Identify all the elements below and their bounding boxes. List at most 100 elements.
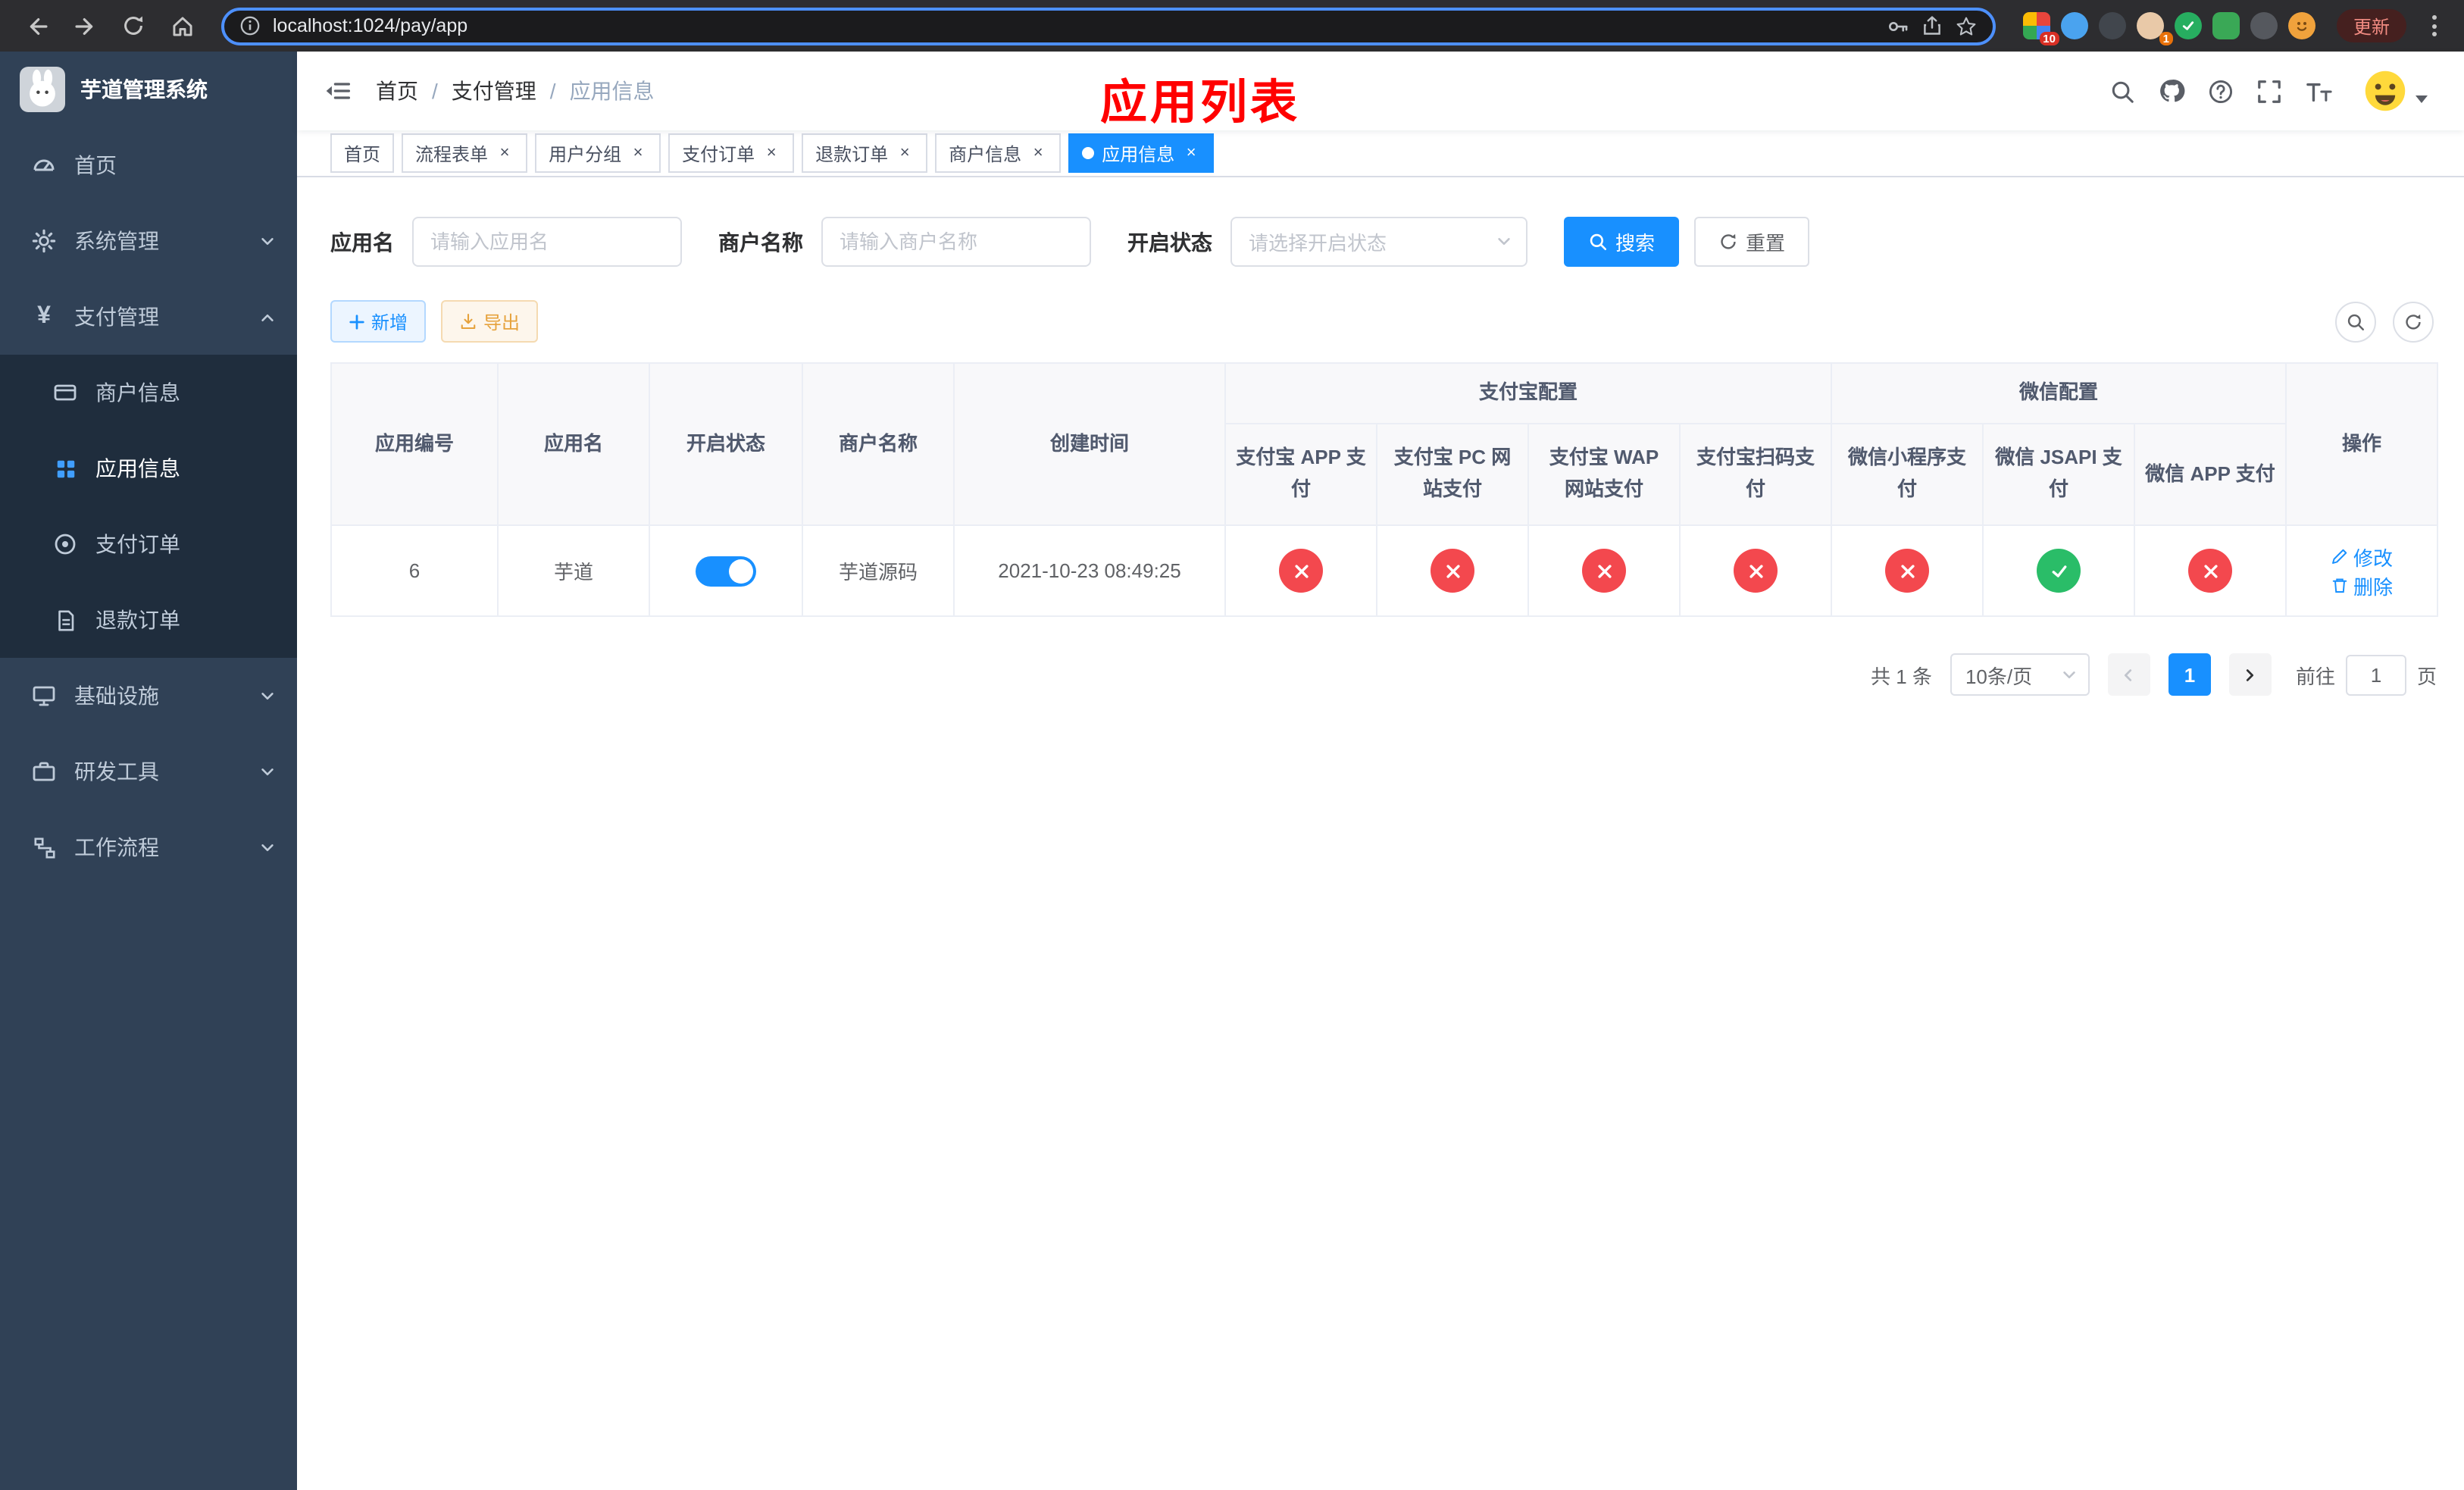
reload-icon[interactable] <box>112 5 155 47</box>
refresh-icon <box>2406 313 2421 329</box>
goto-page-input[interactable] <box>2345 654 2406 695</box>
extension-blue-icon[interactable] <box>2060 12 2088 39</box>
sidebar: 芋道管理系统 首页 系统管理 ¥ 支付管理 商户信息 应用信息 支付订单 退款订… <box>0 52 297 1490</box>
site-info-icon[interactable] <box>239 15 261 36</box>
extension-emoji-icon[interactable] <box>2287 12 2315 39</box>
add-button[interactable]: 新增 <box>330 300 427 343</box>
chevron-down-icon <box>259 839 276 856</box>
status-indicator <box>1734 549 1778 593</box>
page-size-select[interactable]: 10条/页 <box>1950 653 2090 696</box>
goto-unit: 页 <box>2416 665 2437 687</box>
export-button[interactable]: 导出 <box>441 300 539 343</box>
github-icon[interactable] <box>2158 77 2185 105</box>
x-icon <box>1749 564 1762 578</box>
search-button[interactable]: 搜索 <box>1564 217 1680 267</box>
home-icon[interactable] <box>161 5 203 47</box>
sidebar-item-label: 研发工具 <box>74 759 159 784</box>
page-annotation: 应用列表 <box>1100 76 1300 129</box>
status-select[interactable]: 请选择开启状态 <box>1230 217 1527 267</box>
sidebar-item-app-info[interactable]: 应用信息 <box>0 430 297 506</box>
tab-merchant-info[interactable]: 商户信息 × <box>935 133 1062 173</box>
back-icon[interactable] <box>15 5 58 47</box>
password-key-icon[interactable] <box>1887 14 1909 37</box>
page-number-button[interactable]: 1 <box>2168 653 2211 696</box>
user-menu[interactable] <box>2362 68 2428 114</box>
cell-wechat-mini <box>1831 524 1984 617</box>
forward-icon[interactable] <box>64 5 106 47</box>
sidebar-collapse-icon[interactable] <box>324 77 352 105</box>
font-size-icon[interactable] <box>2305 78 2334 104</box>
chevron-down-icon <box>1496 233 1512 250</box>
app-logo[interactable]: 芋道管理系统 <box>0 52 297 127</box>
sidebar-item-payment-orders[interactable]: 支付订单 <box>0 506 297 582</box>
col-header-alipay-app: 支付宝 APP 支付 <box>1224 423 1377 526</box>
close-icon[interactable]: × <box>762 144 780 162</box>
sidebar-item-label: 商户信息 <box>95 380 180 405</box>
fullscreen-icon[interactable] <box>2256 78 2282 104</box>
extension-dark-icon[interactable] <box>2098 12 2126 39</box>
breadcrumb-home[interactable]: 首页 <box>376 76 418 106</box>
document-icon <box>52 609 79 631</box>
search-icon <box>1590 233 1607 251</box>
chevron-up-icon <box>259 308 276 325</box>
extension-avatar-icon[interactable]: 1 <box>2136 12 2173 45</box>
status-toggle[interactable] <box>696 556 756 586</box>
chevron-down-icon <box>259 233 276 249</box>
workflow-icon <box>30 836 58 859</box>
merchant-name-input[interactable] <box>821 217 1091 267</box>
extension-grid-icon[interactable]: 10 <box>2022 12 2059 45</box>
tab-home[interactable]: 首页 <box>330 133 395 173</box>
delete-button[interactable]: 删除 <box>2331 571 2393 599</box>
bookmark-star-icon[interactable] <box>1955 14 1978 37</box>
app-name-input[interactable] <box>412 217 682 267</box>
sidebar-item-dev-tools[interactable]: 研发工具 <box>0 734 297 809</box>
cell-created: 2021-10-23 08:49:25 <box>953 524 1226 617</box>
tab-payment-orders[interactable]: 支付订单 × <box>668 133 795 173</box>
close-icon[interactable]: × <box>629 144 647 162</box>
add-button-label: 新增 <box>371 311 408 333</box>
sidebar-item-refund-orders[interactable]: 退款订单 <box>0 582 297 658</box>
browser-update-button[interactable]: 更新 <box>2336 9 2406 42</box>
edit-button[interactable]: 修改 <box>2331 542 2393 571</box>
tab-user-group[interactable]: 用户分组 × <box>535 133 661 173</box>
sidebar-item-workflow[interactable]: 工作流程 <box>0 809 297 885</box>
close-icon[interactable]: × <box>1029 144 1047 162</box>
sidebar-item-infrastructure[interactable]: 基础设施 <box>0 658 297 734</box>
close-icon[interactable]: × <box>496 144 514 162</box>
tab-label: 支付订单 <box>682 143 755 164</box>
address-bar[interactable]: localhost:1024/pay/app <box>221 7 1996 45</box>
sidebar-item-system[interactable]: 系统管理 <box>0 203 297 279</box>
sidebar-item-label: 基础设施 <box>74 684 159 708</box>
col-header-actions: 操作 <box>2285 362 2439 526</box>
sidebar-item-payment[interactable]: ¥ 支付管理 <box>0 279 297 355</box>
extension-green-check-icon[interactable] <box>2174 12 2202 39</box>
tab-refund-orders[interactable]: 退款订单 × <box>802 133 928 173</box>
help-icon[interactable] <box>2208 78 2234 104</box>
tab-app-info[interactable]: 应用信息 × <box>1068 133 1215 173</box>
tab-label: 流程表单 <box>415 143 489 164</box>
sidebar-item-merchant-info[interactable]: 商户信息 <box>0 355 297 430</box>
refresh-table-button[interactable] <box>2393 301 2434 342</box>
share-icon[interactable] <box>1921 15 1943 36</box>
browser-menu-icon[interactable] <box>2419 5 2449 47</box>
extension-pin-icon[interactable] <box>2250 12 2278 39</box>
next-page-button[interactable] <box>2228 653 2272 696</box>
toggle-search-button[interactable] <box>2335 301 2376 342</box>
close-icon[interactable]: × <box>1182 144 1200 162</box>
search-icon[interactable] <box>2109 78 2135 104</box>
prev-page-button[interactable] <box>2107 653 2150 696</box>
browser-window: localhost:1024/pay/app 10 1 更新 芋道管理系统 首页… <box>0 0 2464 1490</box>
refresh-icon <box>1721 233 1736 249</box>
cell-wechat-jsapi <box>1982 524 2136 617</box>
reset-button[interactable]: 重置 <box>1694 217 1810 267</box>
tab-process-form[interactable]: 流程表单 × <box>402 133 528 173</box>
col-header-wechat-mini: 微信小程序支付 <box>1831 423 1984 526</box>
x-icon <box>1446 564 1459 578</box>
search-button-label: 搜索 <box>1615 232 1656 255</box>
extension-green-chat-icon[interactable] <box>2212 12 2240 39</box>
sidebar-item-home[interactable]: 首页 <box>0 127 297 203</box>
status-indicator <box>2188 549 2233 593</box>
tab-label: 应用信息 <box>1102 143 1175 164</box>
breadcrumb-payment[interactable]: 支付管理 <box>452 76 536 106</box>
close-icon[interactable]: × <box>896 144 914 162</box>
